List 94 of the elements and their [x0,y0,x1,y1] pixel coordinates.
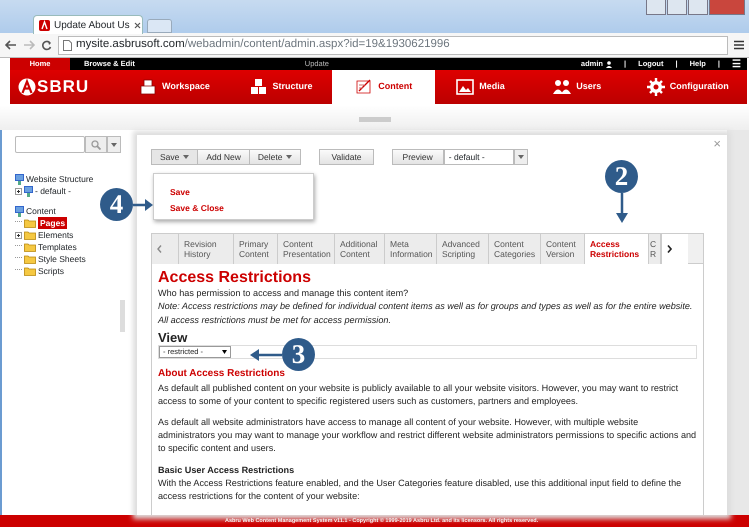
preview-select[interactable]: - default - [444,149,514,165]
computer-icon [15,206,24,216]
scrollbar-thumb[interactable] [120,300,125,332]
arrow-icon [250,348,282,360]
content-tab[interactable]: Advanced Scripting [437,234,489,264]
folder-icon [24,266,36,276]
nav-tab[interactable]: Workspace [119,70,230,104]
folder-icon [24,242,36,252]
field-label: View [158,330,188,346]
nav-tab[interactable]: Users [526,70,629,104]
subheading: Basic User Access Restrictions [158,464,296,477]
gear-icon [646,78,665,96]
user-button[interactable] [646,0,666,15]
chevron-right-icon [667,245,672,253]
people-icon [553,78,572,96]
paragraph: As default all website administrators have access to manage all content of your website. However, with multiple website administrators you may want to manage your workflow and restrict different website administrators permissions to specific actions and to specific content and users. [158,416,697,456]
content-tab[interactable]: Access Restrictions [585,234,649,264]
browser-tab-title[interactable]: Update About Us [54,18,130,32]
content-tab[interactable]: Content Version [541,234,585,264]
resize-handle[interactable] [358,117,390,122]
caret-icon [286,155,292,159]
scroll-right-button[interactable] [661,234,688,264]
step-number: 4 [100,188,133,221]
caret-icon [111,142,117,146]
tree-item[interactable]: Style Sheets [38,252,86,266]
tree-item[interactable]: Elements [38,228,74,242]
address-bar[interactable]: mysite.asbrusoft.com/webadmin/content/admin.aspx?id=19&1930621996 [58,36,728,54]
chevron-left-icon [157,245,162,253]
paragraph: As default all published content on your website is publicly available to all your website visitors. However, you may want to restrict access to some of your content to specific registered users such as customers, partners and employees. [158,382,680,408]
note-text: Note: Access restrictions may be defined for individual content items as well as for groups and types as well as for the entire website. All access restrictions must be met for access permission. [158,300,694,327]
search-field[interactable] [15,136,85,153]
folder-icon [24,230,36,240]
caret-icon [222,350,227,354]
scrollbar-track[interactable] [727,130,749,515]
arrow-icon [133,198,153,210]
content-tab[interactable]: Content Presentation [278,234,335,264]
preview-button[interactable]: Preview [392,149,444,165]
toolbar-button[interactable]: Save [151,149,198,165]
browser-tab[interactable]: Update About Us [33,15,143,34]
menu-icon[interactable] [734,40,744,50]
nav-tab[interactable]: Content [332,70,436,104]
page-favicon-icon [39,20,50,30]
tree-item[interactable]: Templates [38,240,77,254]
caret-icon [183,155,190,159]
reload-icon[interactable] [41,40,52,50]
content-tab[interactable]: Additional Content [335,234,385,264]
document-pen-icon [355,78,374,96]
folder-icon [24,254,36,264]
nav-tab[interactable]: Media [435,70,526,104]
arrow-icon [616,193,628,223]
menu-item[interactable]: Save & Close [170,200,313,216]
close-icon[interactable] [134,22,141,28]
question-text: Who has permission to access and manage this content item? [158,287,410,300]
nav-tab[interactable]: Configuration [628,70,747,104]
menu-icon[interactable]: ☰ [732,56,741,72]
dropdown-button[interactable] [107,136,121,153]
cubes-icon [250,78,268,96]
caret-icon [518,155,524,159]
toolbar-button[interactable]: Add New [198,149,250,165]
back-icon[interactable] [5,40,17,50]
minimize-button[interactable] [667,0,687,15]
expand-icon[interactable] [15,232,22,238]
content-tab[interactable]: C R [649,234,661,264]
content-tab[interactable]: Meta Information [385,234,437,264]
tree-item[interactable]: Website Structure [26,172,94,186]
content-tab[interactable]: Content Categories [489,234,541,264]
search-icon [91,140,101,150]
folder-icon [24,218,36,228]
tree-item[interactable]: Content [26,204,56,218]
expand-icon[interactable] [15,188,22,194]
inbox-icon [139,78,157,96]
dropdown-button[interactable] [514,149,528,165]
logo-text: SBRU [37,76,90,98]
menu-item[interactable]: Save [170,184,313,200]
page-icon [63,40,72,50]
maximize-button[interactable] [688,0,708,15]
logo-mark-icon [18,78,36,96]
computer-icon [24,186,33,196]
tree-item[interactable]: Pages [38,216,68,230]
content-tab[interactable]: Revision History [179,234,234,264]
content-tab[interactable]: Primary Content [234,234,278,264]
section-heading: Access Restrictions [158,268,312,288]
toolbar-button[interactable]: Delete [250,149,302,165]
validate-button[interactable]: Validate [319,149,374,165]
new-tab-button[interactable] [147,19,172,33]
user-icon [606,60,612,68]
search-button[interactable] [85,136,107,153]
nav-tab[interactable]: Structure [230,70,332,104]
tree-item[interactable]: Scripts [38,264,64,278]
forward-icon[interactable] [23,40,35,50]
paragraph: With the Access Restrictions feature enabled, and the User Categories feature disabled, use this additional input field to define the access restrictions for the content of your website: [158,476,682,503]
picture-icon [456,78,474,96]
computer-icon [15,174,24,184]
tree-item[interactable]: - default - [35,184,71,198]
